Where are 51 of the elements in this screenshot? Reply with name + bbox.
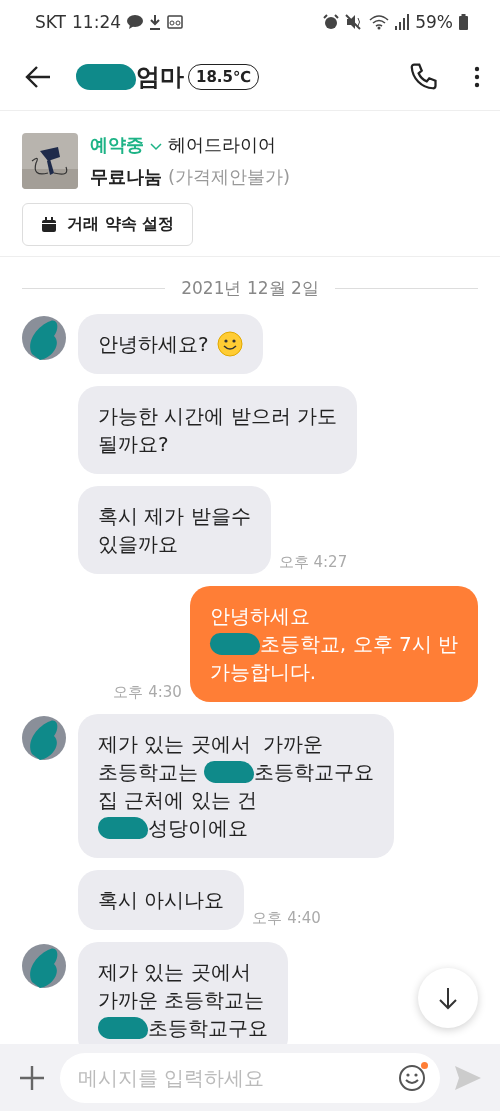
chevron-down-icon — [150, 143, 163, 151]
chat-icon — [127, 15, 143, 29]
message-text: 가까운 초등학교는 — [98, 987, 265, 1014]
scroll-down-button[interactable] — [418, 968, 478, 1028]
message-text: 제가 있는 곳에서 — [98, 959, 251, 986]
battery-icon — [459, 14, 468, 30]
message-text: 가능한 시간에 받으러 가도 — [98, 403, 338, 430]
message-time: 오후 4:30 — [113, 683, 182, 702]
battery-percentage: 59% — [415, 12, 453, 32]
price-note: (가격제안불가) — [168, 165, 291, 189]
message-text: 초등학교, 오후 7시 반 — [259, 631, 458, 658]
redaction-mark — [204, 761, 255, 783]
wifi-icon — [369, 14, 390, 30]
message-text: 안녕하세요 — [209, 603, 310, 630]
message-text: 초등학교구요 — [148, 1015, 268, 1042]
appointment-button[interactable]: 거래 약속 설정 — [22, 203, 194, 246]
carrier-text: SKT — [35, 12, 66, 32]
download-icon — [149, 14, 161, 30]
message-text: 성당이에요 — [148, 815, 248, 842]
phone-icon[interactable] — [408, 62, 438, 92]
alarm-icon — [323, 14, 340, 30]
message-text: 가능합니다. — [209, 659, 317, 686]
signal-icon — [395, 14, 410, 30]
more-icon[interactable] — [474, 66, 480, 88]
chat-title: 엄마 — [136, 62, 184, 93]
message-text: 혹시 제가 받을수 — [98, 503, 251, 530]
message-text: 안녕하세요? — [98, 331, 209, 358]
message-text: 초등학교는 — [98, 759, 199, 786]
message-text: 집 근처에 있는 건 — [98, 787, 258, 814]
message-input[interactable]: 메시지를 입력하세요 — [60, 1052, 440, 1103]
redaction-mark — [98, 817, 148, 839]
back-icon[interactable] — [24, 65, 52, 89]
calendar-icon — [41, 216, 57, 233]
message-text: 있을까요 — [98, 531, 178, 558]
message-time: 오후 4:27 — [278, 553, 348, 572]
price-text: 무료나눔 — [90, 165, 162, 189]
message-text: 혹시 아시나요 — [98, 887, 225, 914]
date-divider-text: 2021년 12월 2일 — [181, 277, 319, 300]
message-text: 초등학교구요 — [254, 759, 375, 786]
product-name: 헤어드라이어 — [168, 133, 277, 157]
message-text: 될까요? — [98, 431, 169, 458]
emoji-icon[interactable] — [398, 1063, 426, 1092]
message-time: 오후 4:40 — [252, 909, 321, 928]
arrow-down-icon — [438, 986, 458, 1010]
clock-text: 11:24 — [72, 12, 121, 32]
smiley-icon — [216, 331, 243, 357]
message-text: 제가 있는 곳에서 가까운 — [98, 731, 324, 758]
redaction-mark — [98, 1017, 148, 1039]
plus-icon[interactable] — [18, 1063, 46, 1092]
redaction-mark — [209, 633, 260, 655]
voicemail-icon — [167, 15, 183, 29]
